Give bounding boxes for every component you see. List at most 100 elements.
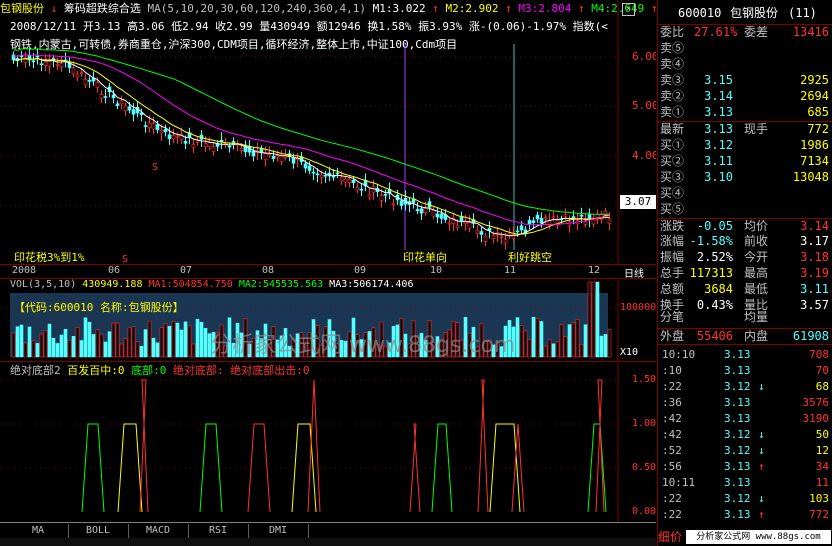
candle-body (315, 173, 320, 176)
sell-marker: S (152, 162, 159, 173)
stat-label: 前收 (744, 234, 769, 248)
candle-body (467, 222, 472, 229)
candle-body (95, 82, 100, 88)
tick-direction-icon: ↑ (758, 460, 765, 473)
volume-bar (19, 324, 24, 358)
stat-row: 振幅 2.52% 今开 3.18 (658, 250, 832, 265)
volume-bar (119, 343, 124, 358)
neipan-label: 内盘 (744, 329, 769, 343)
buy-price: 3.11 (704, 154, 733, 168)
ind-tick-label: 0.50 (632, 462, 656, 473)
date-tick: 06 (108, 265, 121, 276)
kline-panel[interactable]: 包钢股份 ↓ 筹码超跌综合选 MA(5,10,20,30,60,120,240,… (0, 0, 656, 265)
candle-body (171, 135, 176, 140)
volume-bar (35, 343, 40, 358)
candle-body (539, 218, 544, 224)
candle-body (311, 171, 316, 174)
neipan-value: 61908 (792, 329, 829, 343)
tick-row: :36 3.13 3576 (658, 395, 832, 410)
volume-bar (27, 326, 32, 358)
candle-body (379, 195, 384, 201)
volume-bar (55, 343, 60, 358)
candle-body (319, 174, 324, 178)
candle-body (143, 125, 148, 127)
tick-price: 3.12 (724, 428, 751, 441)
candle-body (347, 179, 352, 183)
candle-body (515, 230, 520, 233)
sell-row: 卖② 3.14 2694 (658, 89, 832, 104)
volume-bar (519, 325, 524, 358)
date-tick: 07 (180, 265, 193, 276)
candle-body (475, 229, 480, 234)
volume-bar (567, 324, 572, 358)
tab-rsi[interactable]: RSI (188, 524, 249, 538)
stat-value: 2.52% (696, 250, 733, 264)
tab-ma[interactable]: MA (8, 524, 69, 538)
volume-bar (523, 330, 528, 358)
candle-body (167, 134, 172, 140)
tick-volume: 708 (809, 348, 829, 361)
period-label[interactable]: 日线 (624, 265, 644, 280)
candle-body (87, 79, 92, 82)
tick-volume: 772 (809, 508, 829, 521)
volume-bar (51, 337, 56, 358)
tab-dmi[interactable]: DMI (248, 524, 309, 538)
indicator-signal (595, 379, 605, 513)
candle-body (195, 140, 200, 143)
fenbi-label: 分笔 (660, 310, 685, 324)
volume-bar (159, 327, 164, 358)
candle-body (435, 213, 440, 218)
volume-bar (147, 320, 152, 358)
buy-price: 3.10 (704, 170, 733, 184)
volume-bar (203, 328, 208, 358)
candle-body (331, 175, 336, 178)
volume-bar (95, 329, 100, 358)
buy-volume: 1986 (800, 138, 829, 152)
candle-body (411, 199, 416, 203)
candle-body (131, 109, 136, 115)
stat-row: 总手 117313 最高 3.19 (658, 266, 832, 281)
volume-bar (179, 329, 184, 358)
weicha-value: 13416 (792, 25, 829, 39)
tick-time: :52 (662, 444, 682, 457)
indicator-signal (431, 423, 453, 513)
indicator-signal (307, 379, 321, 513)
tick-price: 3.12 (724, 444, 751, 457)
buy-price: 3.12 (704, 138, 733, 152)
stat-value: -1.58% (689, 234, 733, 248)
candle-body (43, 61, 48, 66)
price-tick-label: 5.00 (632, 99, 656, 112)
tick-volume: 34 (815, 460, 829, 473)
volume-bar (71, 336, 76, 358)
tick-volume: 103 (809, 492, 829, 505)
candle-body (155, 124, 160, 130)
sell-volume: 685 (807, 105, 829, 119)
indicator-panel[interactable]: 绝对底部2 百发百中:0 底部:0 绝对底部: 绝对底部出击:0 1.50 1.… (0, 362, 656, 522)
tick-time: 10:10 (662, 348, 696, 361)
volume-bar (155, 342, 160, 358)
tab-macd[interactable]: MACD (128, 524, 189, 538)
volume-panel[interactable]: VOL(3,5,10) 430949.188 MA1:504854.750 MA… (0, 279, 656, 362)
stat-label: 均价 (744, 219, 769, 233)
price-tick-label: 6.00 (632, 50, 656, 63)
candle-body (307, 165, 312, 171)
candle-body (147, 122, 152, 128)
tab-boll[interactable]: BOLL (68, 524, 129, 538)
volume-bar (15, 326, 20, 358)
ind-tick-label: 1.00 (632, 418, 656, 429)
buy-label: 买④ (660, 186, 685, 200)
quote-title: 600010 包钢股份 (11) (658, 6, 832, 21)
price-tick-label: 4.00 (632, 149, 656, 162)
indicator-signal (511, 423, 525, 513)
indicator-signal (81, 423, 105, 513)
volume-bar (139, 345, 144, 358)
buy-row: 买① 3.12 1986 (658, 138, 832, 153)
bottom-brand: 分析家公式网 www.88gs.com (686, 530, 831, 544)
candle-body (419, 208, 424, 214)
candle-body (343, 179, 348, 183)
buy-row: 买④ (658, 186, 832, 201)
date-tick: 10 (430, 265, 443, 276)
volume-bar (199, 321, 204, 358)
indicator-tab-bar: MA BOLL MACD RSI DMI (0, 522, 656, 539)
candle-body (339, 177, 344, 182)
